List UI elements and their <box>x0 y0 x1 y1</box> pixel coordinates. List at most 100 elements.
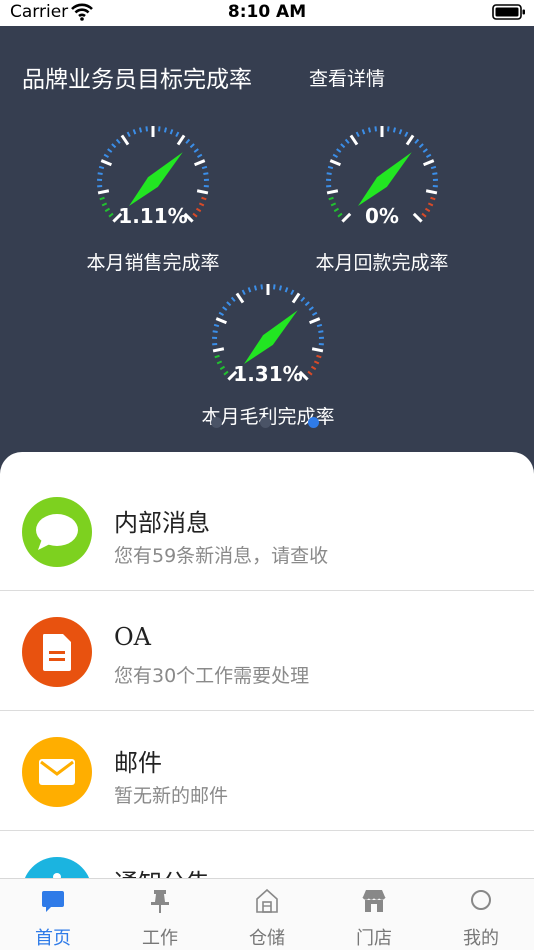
gauge-major-tick <box>291 292 301 304</box>
gauge-minor-tick <box>316 323 323 328</box>
gauge-value: 1.11% <box>118 204 188 228</box>
gauge-minor-tick <box>336 148 342 153</box>
gauge-major-tick <box>405 134 415 146</box>
gauge-minor-tick <box>340 143 346 149</box>
gauge-major-tick <box>311 347 324 353</box>
gauge-minor-tick <box>218 311 224 316</box>
gauge-minor-tick <box>247 287 252 293</box>
list-item-subtitle: 您有30个工作需要处理 <box>114 665 310 687</box>
gauge-major-tick <box>326 189 339 195</box>
gauge-minor-tick <box>132 129 137 135</box>
gauge-minor-tick <box>97 172 103 176</box>
tab-label: 首页 <box>35 928 71 949</box>
profile-circle-icon <box>471 890 491 910</box>
gauge-major-tick <box>100 159 113 167</box>
store-icon <box>362 890 386 912</box>
gauge-minor-tick <box>426 153 432 158</box>
gauge-sales: 1.11% <box>93 122 213 242</box>
gauge-minor-tick <box>214 354 220 359</box>
gauge-minor-tick <box>304 301 310 307</box>
gauge-minor-tick <box>404 131 409 138</box>
list-item-notice[interactable]: 通知公告 <box>0 831 534 882</box>
gauge-minor-tick <box>253 285 258 291</box>
gauge-major-tick <box>120 134 130 146</box>
battery-icon <box>492 3 526 25</box>
gauge-minor-tick <box>212 330 218 334</box>
dashboard-title: 品牌业务员目标完成率 <box>22 67 252 93</box>
gauge-minor-tick <box>344 138 350 144</box>
list-item-mail[interactable]: 邮件 暂无新的邮件 <box>0 711 534 831</box>
gauge-minor-tick <box>222 306 228 311</box>
gauge-minor-tick <box>226 301 232 307</box>
tab-profile[interactable]: 我的 <box>428 879 534 950</box>
tab-label: 仓储 <box>249 928 285 949</box>
gauge-payment: 0% <box>322 122 442 242</box>
tab-store[interactable]: 门店 <box>321 879 427 950</box>
gauge-minor-tick <box>414 138 420 144</box>
gauge-minor-tick <box>115 138 121 144</box>
gauge-minor-tick <box>193 148 199 153</box>
gauge-minor-tick <box>175 131 180 138</box>
tab-label: 我的 <box>463 928 499 949</box>
bottom-tab-bar: 首页 工作 仓储 门店 我的 <box>0 878 534 950</box>
gauge-minor-tick <box>398 129 403 135</box>
gauge-minor-tick <box>126 131 131 138</box>
gauge-minor-tick <box>318 330 324 334</box>
view-details-link[interactable]: 查看详情 <box>309 64 385 91</box>
gauge-major-tick <box>193 159 206 167</box>
page-dot[interactable] <box>211 417 222 428</box>
status-bar: Carrier 8:10 AM <box>0 0 534 26</box>
gauge-major-tick <box>422 159 435 167</box>
gauge-minor-tick <box>418 143 424 149</box>
tab-home[interactable]: 首页 <box>0 879 106 950</box>
gauge-minor-tick <box>272 284 276 290</box>
gauge-minor-tick <box>430 165 437 170</box>
list-item-subtitle: 暂无新的邮件 <box>114 785 229 807</box>
gauge-major-tick <box>349 134 359 146</box>
gauge-minor-tick <box>374 126 378 132</box>
tab-label: 工作 <box>142 928 178 949</box>
gauge-minor-tick <box>300 296 306 302</box>
list-item-subtitle: 您有59条新消息，请查收 <box>114 545 329 567</box>
gauge-minor-tick <box>328 196 334 201</box>
pin-icon <box>151 890 169 913</box>
tab-label: 门店 <box>356 928 392 949</box>
page-dot[interactable] <box>308 417 319 428</box>
gauge-major-tick <box>212 347 225 353</box>
gauge-minor-tick <box>312 311 318 316</box>
gauge-minor-tick <box>326 172 332 176</box>
gauge-minor-tick <box>241 289 246 296</box>
gauge-minor-tick <box>103 153 109 158</box>
gauge-major-tick <box>97 189 110 195</box>
gauge-margin: 1.31% <box>208 280 328 400</box>
gauge-minor-tick <box>432 172 438 176</box>
tab-warehouse[interactable]: 仓储 <box>214 879 320 950</box>
page-indicator[interactable] <box>0 417 534 429</box>
page-dot[interactable] <box>260 417 271 428</box>
gauge-minor-tick <box>332 153 338 158</box>
gauge-minor-tick <box>386 126 390 132</box>
gauge-needle <box>129 152 183 206</box>
gauge-minor-tick <box>197 153 203 158</box>
list-item-internal-message[interactable]: 内部消息 您有59条新消息，请查收 <box>0 471 534 591</box>
gauge-minor-tick <box>201 165 208 170</box>
list-item-oa[interactable]: OA 您有30个工作需要处理 <box>0 591 534 711</box>
tab-work[interactable]: 工作 <box>107 879 213 950</box>
status-time: 8:10 AM <box>227 2 307 22</box>
gauge-minor-tick <box>355 131 360 138</box>
gauge-minor-tick <box>189 143 195 149</box>
gauge-value: 0% <box>365 204 399 228</box>
gauge-minor-tick <box>430 196 436 201</box>
gauge-major-tick <box>176 134 186 146</box>
gauge-minor-tick <box>422 148 428 153</box>
chat-bubble-icon <box>22 497 92 567</box>
gauge-minor-tick <box>327 165 334 170</box>
gauge-major-tick <box>425 189 438 195</box>
gauge-minor-tick <box>138 127 143 133</box>
gauge-major-tick <box>308 317 321 325</box>
kpi-dashboard: 品牌业务员目标完成率 查看详情 1.11% 本月销售完成率 0% 本月回款完成率… <box>0 26 534 476</box>
gauge-major-tick <box>196 189 209 195</box>
gauge-value: 1.31% <box>233 362 303 386</box>
gauge-minor-tick <box>98 165 105 170</box>
gauge-minor-tick <box>290 289 295 296</box>
